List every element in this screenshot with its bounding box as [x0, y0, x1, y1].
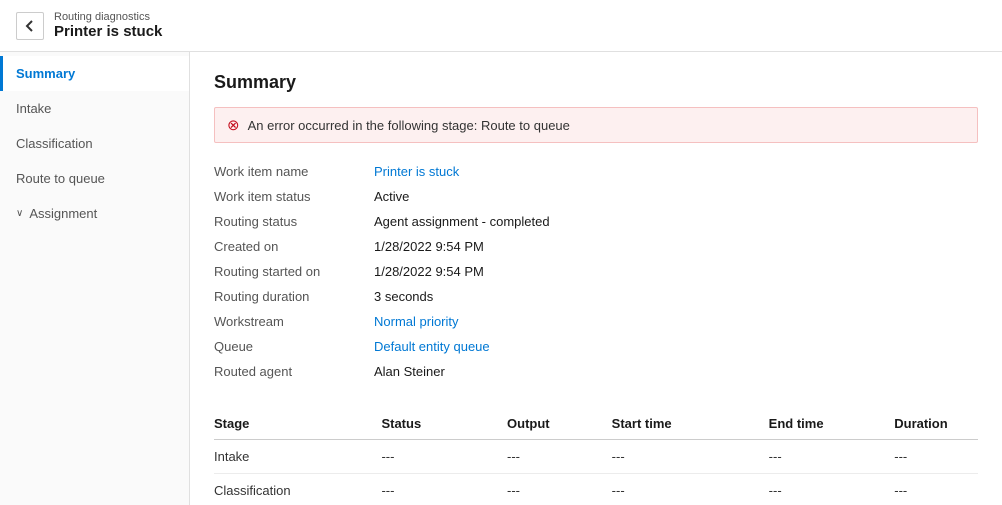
info-value-queue[interactable]: Default entity queue [374, 339, 490, 354]
sidebar-item-route-to-queue[interactable]: Route to queue [0, 161, 189, 196]
info-row-queue: Queue Default entity queue [214, 334, 978, 359]
sidebar-label-classification: Classification [16, 136, 93, 151]
info-value-work-item-name[interactable]: Printer is stuck [374, 164, 459, 179]
th-stage: Stage [214, 408, 381, 440]
back-button[interactable] [16, 12, 44, 40]
sidebar: Summary Intake Classification Route to q… [0, 52, 190, 505]
header-text: Routing diagnostics Printer is stuck [54, 11, 162, 40]
info-table: Work item name Printer is stuck Work ite… [214, 159, 978, 384]
info-row-work-item-name: Work item name Printer is stuck [214, 159, 978, 184]
page-header: Routing diagnostics Printer is stuck [0, 0, 1002, 52]
header-subtitle: Routing diagnostics [54, 11, 162, 23]
error-banner: ⊗ An error occurred in the following sta… [214, 107, 978, 143]
end-time-cell: --- [769, 440, 895, 474]
info-value-workstream[interactable]: Normal priority [374, 314, 459, 329]
info-value-work-item-status: Active [374, 189, 409, 204]
info-value-routed-agent: Alan Steiner [374, 364, 445, 379]
th-start-time: Start time [612, 408, 769, 440]
th-duration: Duration [894, 408, 978, 440]
info-row-workstream: Workstream Normal priority [214, 309, 978, 334]
start-time-cell: --- [612, 440, 769, 474]
end-time-cell: --- [769, 474, 895, 505]
info-row-created-on: Created on 1/28/2022 9:54 PM [214, 234, 978, 259]
sidebar-label-summary: Summary [16, 66, 75, 81]
th-status: Status [381, 408, 507, 440]
th-end-time: End time [769, 408, 895, 440]
info-label-created-on: Created on [214, 239, 374, 254]
info-label-routing-started-on: Routing started on [214, 264, 374, 279]
info-label-workstream: Workstream [214, 314, 374, 329]
sidebar-label-intake: Intake [16, 101, 51, 116]
table-row: Classification--------------- [214, 474, 978, 505]
info-label-work-item-status: Work item status [214, 189, 374, 204]
layout: Summary Intake Classification Route to q… [0, 52, 1002, 505]
stage-cell: Classification [214, 474, 381, 505]
info-label-routing-status: Routing status [214, 214, 374, 229]
status-cell: --- [381, 440, 507, 474]
sidebar-item-assignment[interactable]: ∨ Assignment [0, 196, 189, 231]
info-row-routed-agent: Routed agent Alan Steiner [214, 359, 978, 384]
status-cell: --- [381, 474, 507, 505]
info-label-routed-agent: Routed agent [214, 364, 374, 379]
info-row-routing-duration: Routing duration 3 seconds [214, 284, 978, 309]
sidebar-item-summary[interactable]: Summary [0, 56, 189, 91]
error-banner-text: An error occurred in the following stage… [248, 118, 570, 133]
th-output: Output [507, 408, 612, 440]
sidebar-item-classification[interactable]: Classification [0, 126, 189, 161]
page-title: Summary [214, 72, 978, 93]
duration-cell: --- [894, 474, 978, 505]
info-value-routing-status: Agent assignment - completed [374, 214, 550, 229]
info-label-work-item-name: Work item name [214, 164, 374, 179]
output-cell: --- [507, 440, 612, 474]
table-row: Intake--------------- [214, 440, 978, 474]
chevron-down-icon: ∨ [16, 208, 23, 219]
duration-cell: --- [894, 440, 978, 474]
info-value-routing-duration: 3 seconds [374, 289, 433, 304]
header-title: Printer is stuck [54, 23, 162, 40]
main-content: Summary ⊗ An error occurred in the follo… [190, 52, 1002, 505]
sidebar-item-intake[interactable]: Intake [0, 91, 189, 126]
info-row-work-item-status: Work item status Active [214, 184, 978, 209]
output-cell: --- [507, 474, 612, 505]
start-time-cell: --- [612, 474, 769, 505]
sidebar-label-assignment: Assignment [29, 206, 97, 221]
info-label-queue: Queue [214, 339, 374, 354]
info-value-created-on: 1/28/2022 9:54 PM [374, 239, 484, 254]
info-value-routing-started-on: 1/28/2022 9:54 PM [374, 264, 484, 279]
stage-table: Stage Status Output Start time End time … [214, 408, 978, 505]
error-circle-icon: ⊗ [227, 116, 240, 134]
info-label-routing-duration: Routing duration [214, 289, 374, 304]
stage-cell: Intake [214, 440, 381, 474]
sidebar-label-route-to-queue: Route to queue [16, 171, 105, 186]
info-row-routing-started-on: Routing started on 1/28/2022 9:54 PM [214, 259, 978, 284]
info-row-routing-status: Routing status Agent assignment - comple… [214, 209, 978, 234]
